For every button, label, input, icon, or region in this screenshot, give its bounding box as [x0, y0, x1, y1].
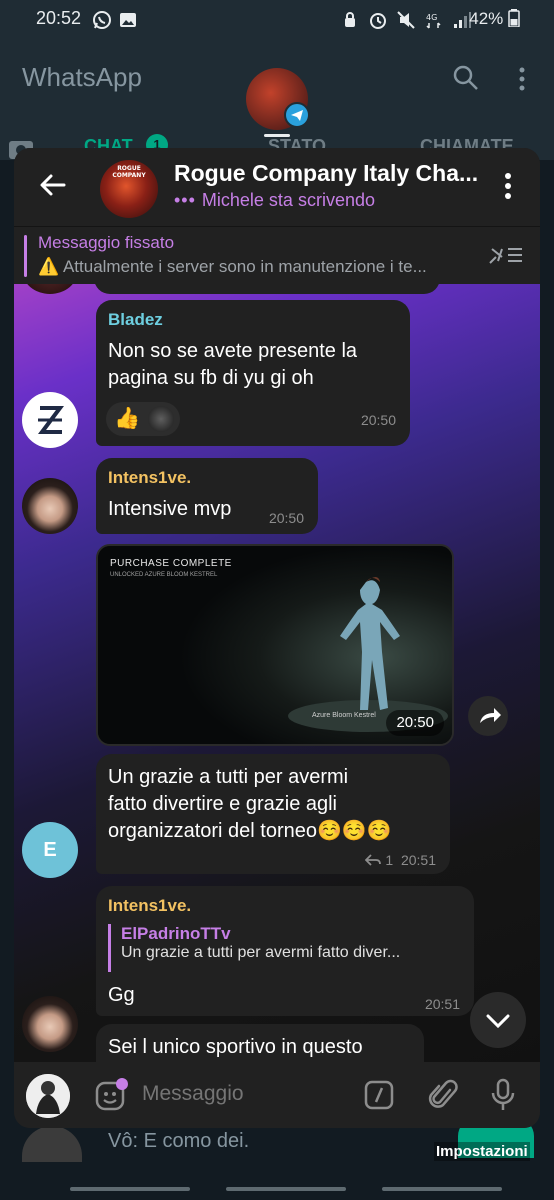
sender-name[interactable]: Intens1ve. — [108, 896, 191, 916]
tab-indicator — [264, 134, 290, 137]
svg-text:4G: 4G — [426, 13, 437, 22]
back-arrow-icon[interactable] — [38, 170, 68, 200]
battery-icon — [508, 9, 520, 28]
message-time: 20:50 — [386, 710, 444, 736]
message-input[interactable] — [142, 1082, 362, 1106]
message-text: Intensive mvp — [108, 498, 232, 520]
nav-handle-right — [382, 1187, 502, 1191]
message-bubble-bladez[interactable]: Bladez Non so se avete presente la pagin… — [96, 300, 410, 446]
reply-arrow-icon — [365, 854, 382, 866]
message-bubble-grazie[interactable]: Un grazie a tutti per avermi fatto diver… — [96, 754, 450, 874]
message-bubble-intensive-mvp[interactable]: Intens1ve. Intensive mvp 20:50 — [96, 458, 318, 534]
gallery-notification-icon — [120, 13, 136, 27]
chat-menu-icon[interactable] — [498, 170, 518, 202]
status-system-icons: 4G — [340, 10, 472, 30]
media-purchase-subtitle: UNLOCKED AZURE BLOOM KESTREL — [110, 572, 218, 578]
pinned-title: Messaggio fissato — [38, 233, 175, 252]
whatsapp-notification-icon — [93, 11, 111, 29]
whatsapp-title: WhatsApp — [22, 62, 142, 92]
share-button[interactable] — [468, 696, 508, 736]
nav-handle-left — [70, 1187, 190, 1191]
intensive-avatar[interactable] — [22, 996, 78, 1052]
message-time: 20:51 — [424, 996, 460, 1012]
whatsapp-header: WhatsApp CHAT 1 STATO CHIAMATE — [0, 40, 554, 160]
attach-icon[interactable] — [428, 1078, 458, 1112]
impostazioni-label[interactable]: Impostazioni — [434, 1142, 530, 1161]
chat-row-preview: Vô: E como dei. — [108, 1130, 250, 1152]
message-list[interactable]: Bladez Non so se avete presente la pagin… — [14, 284, 540, 1062]
status-time: 20:52 — [36, 8, 82, 28]
pinned-text: ⚠️ Attualmente i server sono in manutenz… — [38, 257, 427, 276]
search-icon[interactable] — [452, 64, 480, 92]
reply-count-and-time[interactable]: 1 20:51 — [365, 852, 436, 868]
telegram-badge-icon — [284, 102, 310, 128]
reply-quote-sender: ElPadrinoTTv — [121, 924, 231, 943]
sender-name[interactable]: Intens1ve. — [108, 468, 191, 488]
unpin-icon[interactable] — [488, 243, 524, 267]
new-sticker-dot — [116, 1078, 128, 1090]
message-time: 20:50 — [268, 510, 304, 526]
media-message-image[interactable]: PURCHASE COMPLETE UNLOCKED AZURE BLOOM K… — [96, 544, 454, 746]
pinned-message[interactable]: Messaggio fissato ⚠️ Attualmente i serve… — [14, 226, 540, 284]
media-purchase-title: PURCHASE COMPLETE — [110, 558, 232, 569]
status-bar: 20:52 4G 42% — [0, 0, 554, 40]
message-bubble-gg-reply[interactable]: Intens1ve. ElPadrinoTTv Un grazie a tutt… — [96, 886, 474, 1016]
previous-sender-avatar — [22, 284, 78, 294]
more-options-icon[interactable] — [516, 66, 528, 92]
alarm-icon — [370, 13, 386, 29]
previous-message-bubble — [94, 284, 440, 294]
message-bubble-partial[interactable]: Sei l unico sportivo in questo — [96, 1024, 424, 1062]
group-avatar[interactable]: ROGUE COMPANY — [100, 160, 158, 218]
message-text: Sei l unico sportivo in questo — [108, 1036, 363, 1058]
reply-quote-text: Un grazie a tutti per avermi fatto diver… — [121, 944, 401, 961]
bot-commands-icon[interactable] — [364, 1080, 394, 1110]
message-text: Non so se avete presente la pagina su fb… — [108, 340, 358, 389]
media-item-caption: Azure Bloom Kestrel — [312, 712, 376, 719]
share-arrow-icon — [480, 708, 501, 723]
typing-status: ••• Michele sta scrivendo — [174, 190, 375, 210]
message-text: Gg — [108, 984, 135, 1006]
pinned-accent-bar — [24, 235, 27, 277]
send-as-avatar[interactable] — [26, 1074, 70, 1118]
message-time: 20:50 — [360, 412, 396, 428]
lock-rotate-icon — [345, 12, 355, 27]
e-avatar[interactable]: E — [22, 822, 78, 878]
scroll-to-bottom-button[interactable] — [470, 992, 526, 1048]
message-input-bar — [14, 1062, 540, 1128]
reaction-thumbs-up[interactable]: 👍 — [106, 402, 180, 436]
chevron-down-icon — [486, 1014, 510, 1029]
nav-handle-center[interactable] — [226, 1187, 346, 1191]
battery-level: 42% — [469, 9, 520, 29]
bladez-avatar[interactable] — [22, 392, 78, 448]
chat-header: ROGUE COMPANY Rogue Company Italy Cha...… — [14, 148, 540, 226]
telegram-chat-window: ROGUE COMPANY Rogue Company Italy Cha...… — [14, 148, 540, 1128]
reply-quote[interactable]: ElPadrinoTTv Un grazie a tutti per averm… — [108, 924, 462, 972]
microphone-icon[interactable] — [490, 1078, 516, 1112]
chat-title[interactable]: Rogue Company Italy Cha... — [174, 160, 494, 187]
message-text: Un grazie a tutti per avermi fatto diver… — [108, 766, 392, 842]
chat-row-avatar — [22, 1126, 82, 1162]
thumbs-up-icon: 👍 — [114, 406, 141, 430]
group-avatar-logo: ROGUE COMPANY — [112, 165, 146, 179]
sender-name[interactable]: Bladez — [108, 310, 163, 330]
status-notification-icons — [92, 10, 138, 30]
network-4g-icon: 4G — [426, 13, 441, 29]
intensive-avatar[interactable] — [22, 478, 78, 534]
reactor-avatar — [148, 406, 174, 432]
mute-icon — [397, 11, 415, 29]
